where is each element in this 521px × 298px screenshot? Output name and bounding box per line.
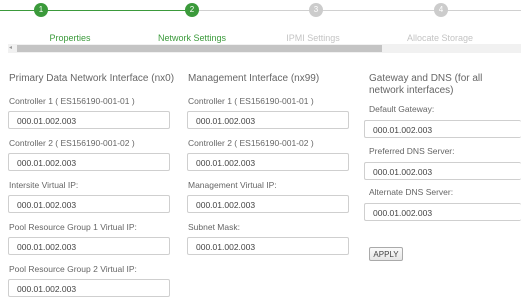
subnet-mask-label: Subnet Mask:: [188, 222, 240, 232]
management-interface-heading: Management Interface (nx99): [188, 73, 320, 84]
step-2-circle[interactable]: 2: [185, 3, 199, 17]
step-connector-pending: [192, 10, 521, 11]
mgmt-controller2-input[interactable]: 000.01.002.003: [187, 153, 349, 171]
alternate-dns-label: Alternate DNS Server:: [369, 187, 454, 197]
mgmt-controller1-input[interactable]: 000.01.002.003: [187, 111, 349, 129]
pool-group1-virtual-ip-label: Pool Resource Group 1 Virtual IP:: [9, 222, 137, 232]
default-gateway-input[interactable]: 000.01.002.003: [364, 120, 521, 138]
preferred-dns-label: Preferred DNS Server:: [369, 146, 455, 156]
management-interface-title: Management Interface (nx99): [188, 73, 363, 85]
primary-controller1-input[interactable]: 000.01.002.003: [8, 111, 170, 129]
horizontal-scrollbar[interactable]: ◂: [8, 44, 521, 53]
intersite-virtual-ip-input[interactable]: 000.01.002.003: [8, 195, 170, 213]
step-1-label[interactable]: Properties: [49, 33, 90, 43]
step-3-circle: 3: [309, 3, 323, 17]
alternate-dns-input[interactable]: 000.01.002.003: [364, 203, 521, 221]
scrollbar-thumb[interactable]: [17, 45, 382, 52]
gateway-dns-title: Gateway and DNS (for all network interfa…: [369, 73, 517, 97]
mgmt-controller2-label: Controller 2 ( ES156190-001-02 ): [188, 138, 314, 148]
intersite-virtual-ip-label: Intersite Virtual IP:: [9, 180, 79, 190]
primary-interface-title: Primary Data Network Interface (nx0): [9, 73, 184, 85]
step-4-label: Allocate Storage: [406, 33, 474, 43]
step-2-label[interactable]: Network Settings: [158, 33, 226, 43]
pool-group1-virtual-ip-input[interactable]: 000.01.002.003: [8, 237, 170, 255]
preferred-dns-input[interactable]: 000.01.002.003: [364, 162, 521, 180]
step-1-circle[interactable]: 1: [34, 3, 48, 17]
gateway-dns-heading: Gateway and DNS (for all network interfa…: [369, 73, 483, 96]
apply-button[interactable]: APPLY: [369, 247, 403, 261]
wizard-stepper: 1 2 3 4 Properties Network Settings IPMI…: [0, 0, 521, 44]
primary-controller2-label: Controller 2 ( ES156190-001-02 ): [9, 138, 135, 148]
default-gateway-label: Default Gateway:: [369, 104, 435, 114]
step-connector-done: [0, 10, 192, 11]
step-3-label: IPMI Settings: [286, 33, 340, 43]
subnet-mask-input[interactable]: 000.01.002.003: [187, 237, 349, 255]
primary-interface-heading: Primary Data Network Interface (nx0): [9, 73, 175, 84]
step-4-circle: 4: [434, 3, 448, 17]
primary-controller1-label: Controller 1 ( ES156190-001-01 ): [9, 96, 135, 106]
management-virtual-ip-input[interactable]: 000.01.002.003: [187, 195, 349, 213]
pool-group2-virtual-ip-label: Pool Resource Group 2 Virtual IP:: [9, 264, 137, 274]
management-virtual-ip-label: Management Virtual IP:: [188, 180, 277, 190]
scroll-left-arrow-icon[interactable]: ◂: [9, 45, 12, 52]
primary-controller2-input[interactable]: 000.01.002.003: [8, 153, 170, 171]
mgmt-controller1-label: Controller 1 ( ES156190-001-01 ): [188, 96, 314, 106]
pool-group2-virtual-ip-input[interactable]: 000.01.002.003: [8, 279, 170, 297]
